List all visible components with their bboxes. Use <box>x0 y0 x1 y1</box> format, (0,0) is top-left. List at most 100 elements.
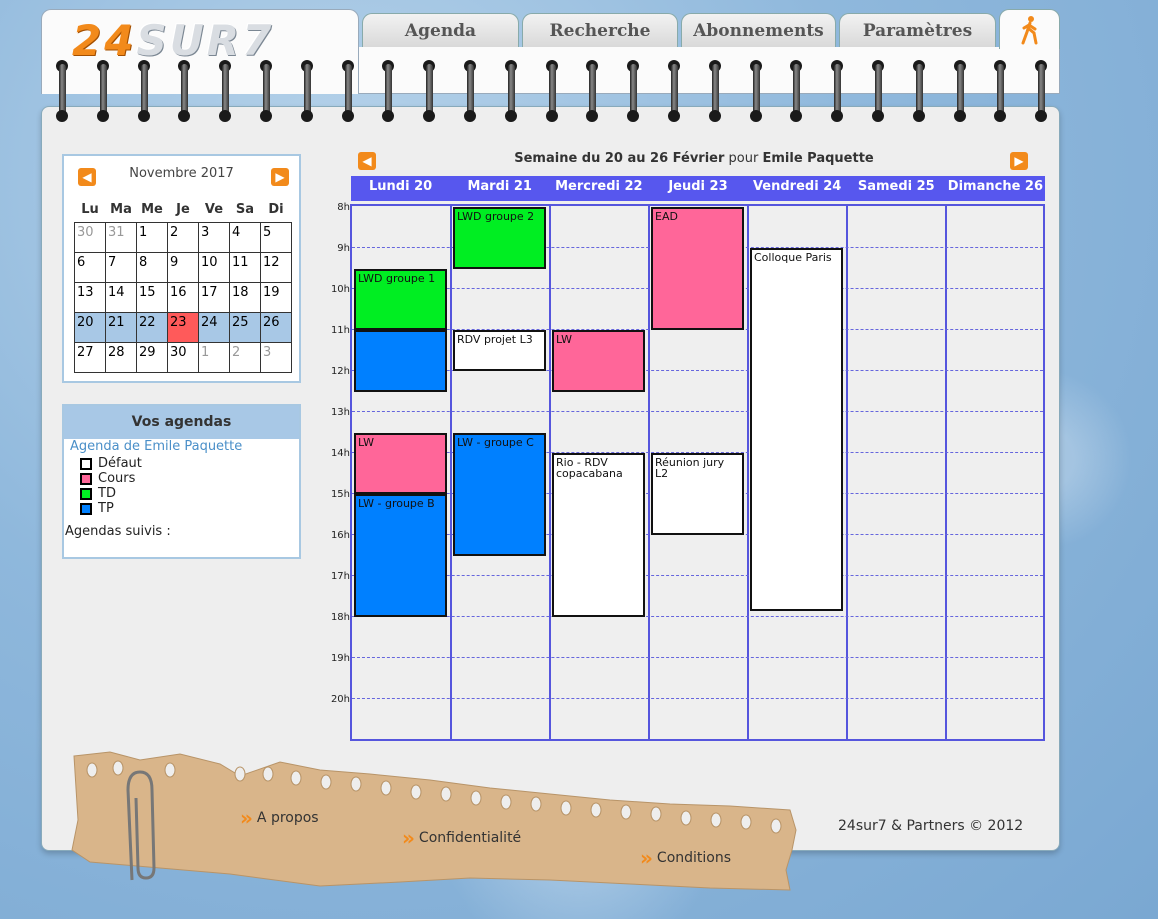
calendar-day[interactable]: 24 <box>198 311 230 343</box>
tab-parametres[interactable]: Paramètres <box>839 13 996 47</box>
calendar-day[interactable]: 23 <box>167 311 199 343</box>
day-column-divider <box>549 206 551 739</box>
legend-label: Cours <box>98 471 136 486</box>
day-header: Mardi 21 <box>467 179 532 194</box>
calendar-day[interactable]: 4 <box>229 221 261 253</box>
calendar-day[interactable]: 5 <box>260 221 292 253</box>
calendar-day[interactable]: 9 <box>167 251 199 283</box>
calendar-day[interactable]: 16 <box>167 281 199 313</box>
footer-link-about[interactable]: » A propos <box>240 806 319 830</box>
calendar-day[interactable]: 22 <box>136 311 168 343</box>
calendar-event[interactable]: LW - groupe B <box>354 494 447 617</box>
calendar-day[interactable]: 14 <box>105 281 137 313</box>
agendas-panel: Vos agendas Agenda de Emile Paquette Déf… <box>62 404 301 559</box>
week-grid[interactable]: LWD groupe 1 LW LW - groupe B LWD groupe 2R… <box>350 204 1045 741</box>
agenda-owner-link[interactable]: Agenda de Emile Paquette <box>70 439 242 454</box>
footer-link-privacy[interactable]: » Confidentialité <box>402 826 521 850</box>
logout-button[interactable] <box>999 9 1060 49</box>
tab-abonnements[interactable]: Abonnements <box>681 13 836 47</box>
calendar-day[interactable]: 26 <box>260 311 292 343</box>
calendar-day[interactable]: 3 <box>198 221 230 253</box>
calendar-event[interactable]: LWD groupe 2 <box>453 207 546 269</box>
calendar-event[interactable] <box>354 330 447 392</box>
calendar-event[interactable]: LWD groupe 1 <box>354 268 447 330</box>
spiral-ring <box>869 60 887 124</box>
calendar-day[interactable]: 31 <box>105 221 137 253</box>
day-header-row: Lundi 20 Mardi 21 Mercredi 22 Jeudi 23 Vendr… <box>351 176 1045 201</box>
day-header: Samedi 25 <box>857 179 935 194</box>
calendar-day[interactable]: 27 <box>74 341 106 373</box>
calendar-day[interactable]: 2 <box>229 341 261 373</box>
calendar-day[interactable]: 12 <box>260 251 292 283</box>
hour-line <box>352 616 1043 617</box>
calendar-day[interactable]: 10 <box>198 251 230 283</box>
chevron-right-icon: » <box>240 806 253 830</box>
calendar-day[interactable]: 15 <box>136 281 168 313</box>
footer-link-conditions[interactable]: » Conditions <box>640 846 731 870</box>
calendar-day[interactable]: 19 <box>260 281 292 313</box>
category-legend: Défaut Cours TD TP <box>80 456 142 516</box>
legend-label: Défaut <box>98 456 142 471</box>
day-header: Dimanche 26 <box>947 179 1044 194</box>
spiral-ring <box>420 60 438 124</box>
day-header: Lundi 20 <box>368 179 433 194</box>
hour-label: 19h <box>330 653 350 664</box>
calendar-event[interactable]: LW <box>552 330 645 392</box>
calendar-day[interactable]: 6 <box>74 251 106 283</box>
spiral-ring <box>53 60 71 124</box>
legend-item: Défaut <box>80 456 142 471</box>
calendar-event[interactable]: LW - groupe C <box>453 432 546 556</box>
hour-line <box>352 575 1043 576</box>
tab-agenda[interactable]: Agenda <box>362 13 519 47</box>
calendar-event[interactable]: Colloque Paris <box>750 248 843 611</box>
hour-label: 17h <box>330 571 350 582</box>
calendar-day[interactable]: 20 <box>74 311 106 343</box>
calendar-event[interactable]: Réunion jury L2 <box>651 453 744 535</box>
calendar-day[interactable]: 11 <box>229 251 261 283</box>
next-week-button[interactable]: ▶ <box>1010 152 1028 170</box>
hour-label: 14h <box>330 448 350 459</box>
tab-recherche[interactable]: Recherche <box>522 13 678 47</box>
calendar-event[interactable]: LW <box>354 432 447 494</box>
calendar-day[interactable]: 17 <box>198 281 230 313</box>
calendar-day[interactable]: 1 <box>198 341 230 373</box>
legend-swatch <box>80 487 92 500</box>
spiral-ring <box>665 60 683 124</box>
arrow-right-icon: ▶ <box>275 170 285 184</box>
week-title: Semaine du 20 au 26 Février pour Emile P… <box>514 151 874 166</box>
hour-line <box>352 657 1043 658</box>
spiral-ring <box>461 60 479 124</box>
legend-item: TP <box>80 501 142 516</box>
calendar-day[interactable]: 7 <box>105 251 137 283</box>
spiral-ring <box>991 60 1009 124</box>
calendar-day[interactable]: 2 <box>167 221 199 253</box>
hour-label: 12h <box>330 366 350 377</box>
calendar-day[interactable]: 28 <box>105 341 137 373</box>
spiral-ring <box>828 60 846 124</box>
calendar-event[interactable]: EAD <box>651 207 744 330</box>
weekday-header: Ve <box>204 202 224 218</box>
day-column-divider <box>945 206 947 739</box>
calendar-day[interactable]: 29 <box>136 341 168 373</box>
app-logo[interactable]: 24SUR7 <box>72 16 274 65</box>
spiral-ring <box>175 60 193 124</box>
next-month-button[interactable]: ▶ <box>271 168 289 186</box>
calendar-event[interactable]: RDV projet L3 <box>453 330 546 371</box>
legend-swatch <box>80 457 92 470</box>
weekday-header: Ma <box>110 202 132 218</box>
calendar-day[interactable]: 3 <box>260 341 292 373</box>
hour-label: 11h <box>330 325 350 336</box>
mini-calendar: ◀ Novembre 2017 ▶ Lu Ma Me Je Ve Sa Di 30 31 1 2 3… <box>62 154 301 383</box>
calendar-day[interactable]: 21 <box>105 311 137 343</box>
calendar-event[interactable]: Rio - RDV copacabana <box>552 453 645 617</box>
calendar-day[interactable]: 8 <box>136 251 168 283</box>
walking-person-icon <box>1021 15 1037 44</box>
calendar-day[interactable]: 25 <box>229 311 261 343</box>
hour-line <box>352 411 1043 412</box>
calendar-day[interactable]: 30 <box>74 221 106 253</box>
calendar-day[interactable]: 1 <box>136 221 168 253</box>
calendar-day[interactable]: 18 <box>229 281 261 313</box>
calendar-day[interactable]: 30 <box>167 341 199 373</box>
calendar-day[interactable]: 13 <box>74 281 106 313</box>
followed-agendas-label: Agendas suivis : <box>65 524 171 539</box>
